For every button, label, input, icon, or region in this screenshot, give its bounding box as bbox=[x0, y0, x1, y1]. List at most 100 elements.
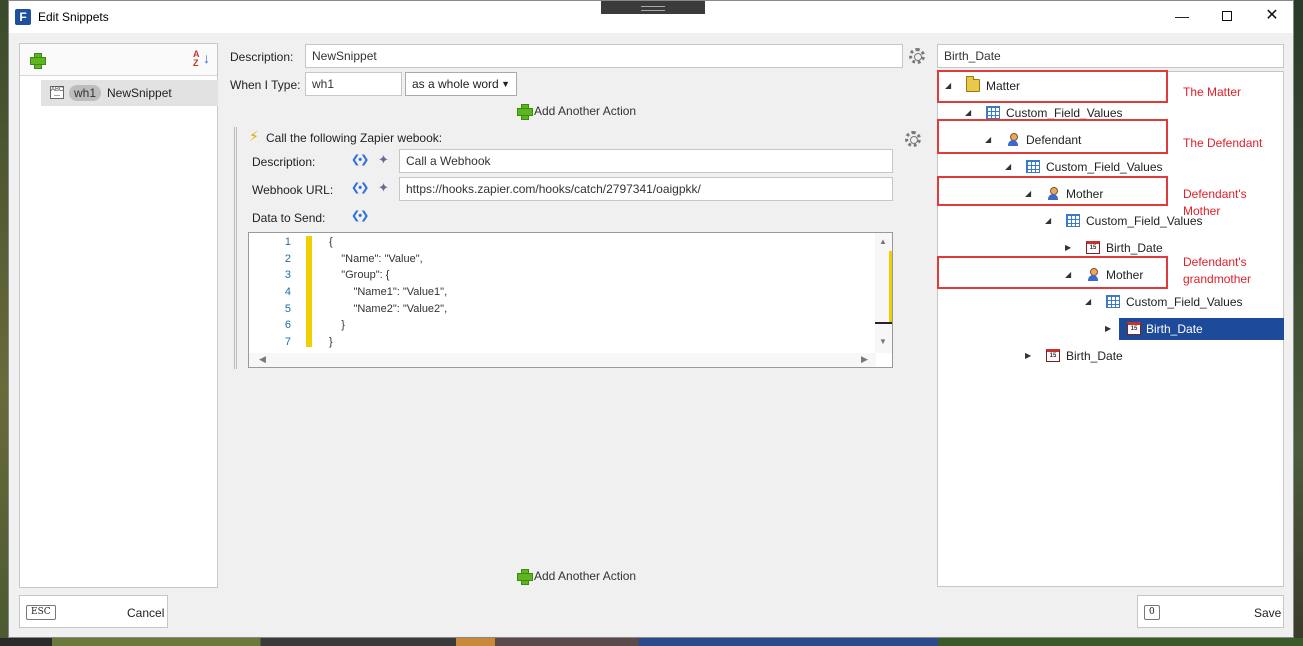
tree-node-birth-date-selected[interactable]: 15 Birth_Date bbox=[1119, 318, 1284, 340]
insert-variable-icon[interactable]: ❮•❯ bbox=[351, 153, 369, 166]
data-to-send-code-editor[interactable]: 1 2 3 4 5 6 7 { "Name": "Value", "Group"… bbox=[248, 232, 893, 368]
code-line: } bbox=[329, 319, 345, 331]
line-number-gutter: 1 2 3 4 5 6 7 bbox=[249, 233, 319, 353]
text-snippet-icon: ABC — bbox=[50, 86, 64, 99]
scroll-thumb[interactable] bbox=[875, 251, 892, 323]
action-description-input[interactable]: Call a Webhook bbox=[399, 149, 893, 173]
code-line: "Name": "Value", bbox=[329, 253, 423, 265]
line-number: 5 bbox=[284, 303, 291, 315]
edit-snippets-window: F Edit Snippets — ✕ A Z ↓ ABC — wh1 NewSnip… bbox=[8, 0, 1294, 638]
maximize-button[interactable] bbox=[1212, 5, 1242, 29]
code-line: { bbox=[329, 236, 333, 248]
annotation-grandmother-line1: Defendant's bbox=[1183, 255, 1247, 269]
snippet-settings-gear-icon[interactable] bbox=[909, 48, 925, 64]
grid-icon bbox=[1026, 160, 1040, 173]
snippet-abbreviation-badge: wh1 bbox=[69, 85, 102, 101]
scroll-down-icon[interactable]: ▼ bbox=[879, 337, 887, 346]
add-another-action-top-button[interactable]: Add Another Action bbox=[517, 103, 636, 121]
scroll-position-marker bbox=[875, 322, 892, 324]
snippet-name: NewSnippet bbox=[107, 86, 172, 100]
data-to-send-label: Data to Send: bbox=[252, 211, 326, 225]
desktop-background-right bbox=[1294, 0, 1303, 646]
grid-icon bbox=[986, 106, 1000, 119]
match-mode-value: as a whole word bbox=[412, 77, 499, 91]
line-number: 1 bbox=[284, 236, 291, 248]
annotation-mother-line1: Defendant's bbox=[1183, 187, 1247, 201]
drag-grip-handle[interactable] bbox=[601, 1, 705, 14]
grid-icon bbox=[1106, 295, 1120, 308]
tree-node-label: Custom_Field_Values bbox=[1126, 295, 1243, 309]
line-number: 7 bbox=[284, 336, 291, 348]
action-description-label: Description: bbox=[252, 155, 316, 169]
add-plus-icon bbox=[517, 104, 533, 120]
add-action-label: Add Another Action bbox=[534, 569, 637, 583]
add-snippet-plus-icon[interactable] bbox=[30, 53, 46, 69]
code-line: "Name2": "Value2", bbox=[329, 303, 448, 315]
scroll-up-icon[interactable]: ▲ bbox=[879, 237, 887, 246]
minimize-button[interactable]: — bbox=[1167, 5, 1197, 29]
webhook-url-label: Webhook URL: bbox=[252, 183, 334, 197]
annotation-defendant: The Defendant bbox=[1183, 136, 1263, 150]
magic-wand-icon[interactable]: ✦ bbox=[378, 181, 394, 195]
collapsed-arrow-icon[interactable]: ▶ bbox=[1105, 318, 1111, 340]
expanded-arrow-icon[interactable]: ◢ bbox=[1045, 210, 1051, 232]
add-plus-icon bbox=[517, 569, 533, 585]
webhook-url-input[interactable]: https://hooks.zapier.com/hooks/catch/279… bbox=[399, 177, 893, 201]
annotation-mother-line2: Mother bbox=[1183, 204, 1221, 218]
window-title: Edit Snippets bbox=[38, 10, 109, 24]
tree-node-label: Birth_Date bbox=[1066, 349, 1123, 363]
description-input[interactable]: NewSnippet bbox=[305, 44, 903, 68]
code-line: "Name1": "Value1", bbox=[329, 286, 448, 298]
annotation-box-matter bbox=[937, 70, 1168, 103]
tree-node-birth-date[interactable]: ▶ 15 Birth_Date bbox=[1024, 345, 1174, 367]
tree-node-custom-field-values[interactable]: ◢ Custom_Field_Values bbox=[1004, 156, 1224, 178]
annotation-matter: The Matter bbox=[1183, 85, 1242, 99]
snippet-list-item[interactable]: ABC — wh1 NewSnippet bbox=[41, 80, 218, 106]
lightning-bolt-icon: ⚡ bbox=[249, 128, 259, 144]
field-search-input[interactable]: Birth_Date bbox=[937, 44, 1284, 68]
calendar-icon: 15 bbox=[1046, 349, 1060, 362]
scroll-right-icon[interactable]: ▶ bbox=[861, 354, 868, 365]
maximize-icon bbox=[1222, 11, 1232, 21]
tree-node-label: Birth_Date bbox=[1146, 322, 1203, 336]
title-bar: F Edit Snippets — ✕ bbox=[9, 1, 1293, 33]
save-shortcut-badge: 0 bbox=[1144, 605, 1160, 620]
close-button[interactable]: ✕ bbox=[1257, 5, 1287, 29]
calendar-icon: 15 bbox=[1127, 322, 1141, 335]
scroll-left-icon[interactable]: ◀ bbox=[259, 354, 266, 365]
magic-wand-icon[interactable]: ✦ bbox=[378, 153, 394, 167]
line-number: 3 bbox=[284, 269, 291, 281]
annotation-box-grandmother bbox=[937, 256, 1168, 289]
save-button[interactable]: 0 Save bbox=[1137, 595, 1284, 628]
annotation-box-mother bbox=[937, 176, 1168, 206]
add-action-label: Add Another Action bbox=[534, 104, 637, 118]
tree-node-custom-field-values[interactable]: ◢ Custom_Field_Values bbox=[1084, 291, 1274, 313]
calendar-icon: 15 bbox=[1086, 241, 1100, 254]
editor-horizontal-scrollbar[interactable]: ◀ ▶ bbox=[249, 353, 876, 367]
description-label: Description: bbox=[230, 50, 294, 64]
add-another-action-bottom-button[interactable]: Add Another Action bbox=[517, 568, 636, 586]
abbreviation-input[interactable]: wh1 bbox=[305, 72, 402, 96]
snippet-list-panel: A Z ↓ ABC — wh1 NewSnippet bbox=[19, 43, 218, 588]
cancel-button[interactable]: ESC Cancel bbox=[19, 595, 168, 628]
sort-az-icon[interactable]: A Z ↓ bbox=[193, 50, 211, 68]
insert-variable-icon[interactable]: ❮•❯ bbox=[351, 181, 369, 194]
editor-vertical-scrollbar[interactable]: ▲ ▼ bbox=[875, 233, 892, 353]
insert-variable-icon[interactable]: ❮•❯ bbox=[351, 209, 369, 222]
change-marker-bar bbox=[306, 236, 312, 347]
snippet-list-toolbar: A Z ↓ bbox=[20, 44, 217, 76]
esc-key-badge: ESC bbox=[26, 605, 56, 620]
app-icon: F bbox=[15, 9, 31, 25]
annotation-mother: Defendant's Mother bbox=[1183, 186, 1247, 220]
desktop-background-left bbox=[0, 0, 8, 646]
collapsed-arrow-icon[interactable]: ▶ bbox=[1025, 345, 1031, 367]
match-mode-select[interactable]: as a whole word ▼ bbox=[405, 72, 517, 96]
grid-icon bbox=[1066, 214, 1080, 227]
expanded-arrow-icon[interactable]: ◢ bbox=[1085, 291, 1091, 313]
line-number: 4 bbox=[284, 286, 291, 298]
when-i-type-label: When I Type: bbox=[230, 78, 301, 92]
taskbar-strip bbox=[0, 638, 1303, 646]
action-settings-gear-icon[interactable] bbox=[905, 131, 921, 147]
expanded-arrow-icon[interactable]: ◢ bbox=[1005, 156, 1011, 178]
save-label: Save bbox=[1254, 606, 1282, 620]
